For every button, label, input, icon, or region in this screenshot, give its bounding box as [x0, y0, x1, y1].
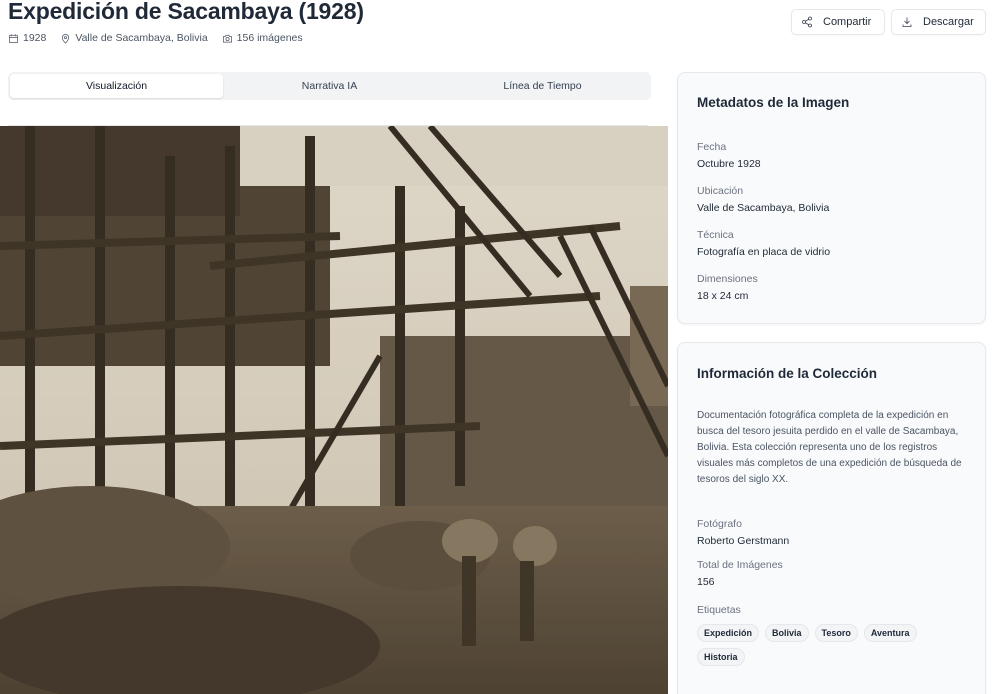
header-meta: 1928 Valle de Sacambaya, Bolivia 156 imá… — [8, 32, 317, 44]
download-button-label: Descargar — [923, 16, 974, 28]
meta-images: 156 imágenes — [222, 32, 303, 44]
share-button[interactable]: Compartir — [791, 9, 885, 35]
tag-aventura[interactable]: Aventura — [863, 624, 917, 642]
field-date-value: Octubre 1928 — [697, 158, 761, 170]
meta-location-text: Valle de Sacambaya, Bolivia — [75, 32, 208, 44]
field-date-label: Fecha — [697, 141, 727, 153]
image-metadata-card: Metadatos de la Imagen Fecha Octubre 192… — [677, 72, 986, 324]
photographer-label: Fotógrafo — [697, 518, 742, 530]
calendar-icon — [9, 33, 18, 43]
tab-visualizacion[interactable]: Visualización — [10, 74, 223, 98]
share-button-label: Compartir — [823, 16, 872, 28]
tag-list: Expedición Bolivia Tesoro Aventura Histo… — [697, 624, 969, 672]
view-tabs: Visualización Narrativa IA Línea de Tiem… — [8, 72, 651, 100]
photographer-value: Roberto Gerstmann — [697, 535, 790, 547]
tag-expedicion[interactable]: Expedición — [697, 624, 760, 642]
map-pin-icon — [62, 33, 70, 44]
field-technique-value: Fotografía en placa de vidrio — [697, 246, 831, 258]
camera-icon — [222, 34, 232, 43]
metadata-card-title: Metadatos de la Imagen — [697, 95, 850, 110]
field-technique-label: Técnica — [697, 229, 734, 241]
expedition-photo[interactable] — [0, 126, 668, 694]
meta-location: Valle de Sacambaya, Bolivia — [60, 32, 208, 44]
tags-label: Etiquetas — [697, 604, 741, 616]
page-title: Expedición de Sacambaya (1928) — [8, 0, 364, 24]
tag-historia[interactable]: Historia — [697, 648, 745, 666]
meta-year: 1928 — [8, 32, 46, 44]
field-location-value: Valle de Sacambaya, Bolivia — [697, 202, 830, 214]
field-dimensions-value: 18 x 24 cm — [697, 290, 749, 302]
field-location-label: Ubicación — [697, 185, 744, 197]
collection-description: Documentación fotográfica completa de la… — [697, 410, 962, 485]
tag-tesoro[interactable]: Tesoro — [814, 624, 858, 642]
share-icon — [802, 16, 812, 28]
tag-bolivia[interactable]: Bolivia — [765, 624, 809, 642]
meta-images-text: 156 imágenes — [236, 32, 303, 44]
tab-linea-de-tiempo[interactable]: Línea de Tiempo — [436, 74, 649, 98]
download-button[interactable]: Descargar — [891, 9, 986, 35]
collection-card-title: Información de la Colección — [697, 366, 878, 381]
meta-year-text: 1928 — [23, 32, 47, 44]
collection-info-card: Información de la Colección Documentació… — [677, 342, 986, 694]
total-images-value: 156 — [697, 576, 715, 588]
expedition-photo-art — [0, 126, 668, 694]
field-dimensions-label: Dimensiones — [697, 273, 758, 285]
total-images-label: Total de Imágenes — [697, 559, 783, 571]
tab-narrativa-ia[interactable]: Narrativa IA — [223, 74, 436, 98]
download-icon — [902, 17, 912, 27]
